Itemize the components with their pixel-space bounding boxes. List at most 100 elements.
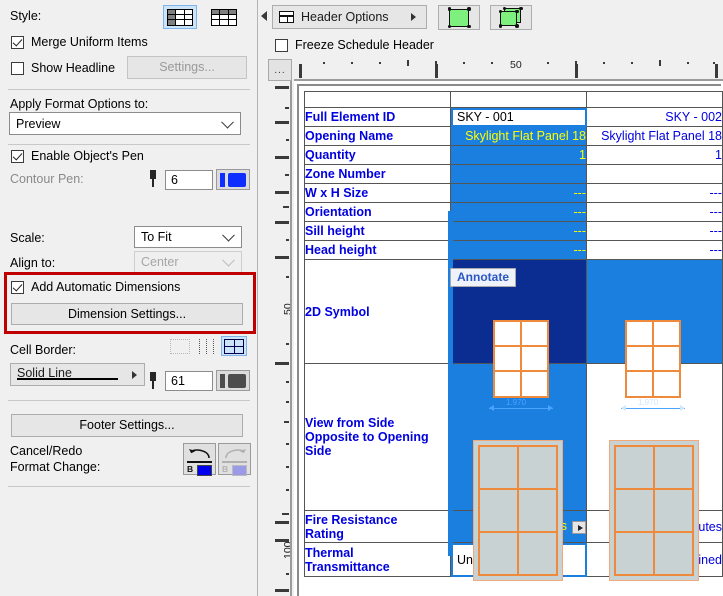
ruler-major-tick: [275, 86, 289, 89]
view-3d-button[interactable]: [490, 5, 532, 30]
window-2d-symbol-b: [625, 319, 681, 398]
apply-format-label: Apply Format Options to:: [10, 97, 149, 111]
style-option-plain-grid[interactable]: [207, 5, 241, 29]
value-cell-b[interactable]: SKY - 002: [586, 107, 723, 127]
annotate-tooltip[interactable]: Annotate: [450, 268, 516, 287]
value-cell-b[interactable]: ---: [586, 221, 723, 241]
dimension-text-a: 1.970: [506, 397, 527, 407]
headline-settings-button[interactable]: Settings...: [127, 56, 247, 79]
table-row[interactable]: Quantity 1 1: [304, 145, 723, 165]
value-cell-b[interactable]: ---: [586, 240, 723, 260]
contour-pen-color-swatch[interactable]: [216, 169, 250, 190]
value-cell-b[interactable]: ---: [586, 202, 723, 222]
apply-format-select[interactable]: Preview: [9, 112, 241, 135]
ruler-mid-tick: [282, 513, 289, 515]
cell-border-label: Cell Border:: [10, 343, 76, 357]
table-row[interactable]: Opening Name Skylight Flat Panel 18 Skyl…: [304, 126, 723, 146]
horizontal-ruler[interactable]: 50: [294, 59, 723, 81]
schedule-preview-pane: Header Options Freeze Schedule Header ..…: [258, 0, 723, 596]
field-label: Thermal Transmittance: [304, 542, 451, 577]
freeze-schedule-header-checkbox[interactable]: [275, 38, 288, 52]
ruler-major-tick: [275, 539, 289, 542]
cell-border-option-none[interactable]: [167, 336, 193, 356]
symbol-cell-b[interactable]: 1.970: [586, 259, 723, 411]
ruler-label-100: 100: [282, 541, 292, 559]
ruler-label-50: 50: [282, 303, 292, 315]
column-a-selection-bar: [448, 211, 453, 556]
redo-format-change-button[interactable]: B I: [218, 443, 251, 476]
value-cell-a[interactable]: ---: [450, 202, 587, 222]
freeze-schedule-header-row[interactable]: Freeze Schedule Header: [275, 38, 434, 52]
style-option-merged-grid[interactable]: [163, 5, 197, 29]
line-type-button[interactable]: Solid Line: [10, 363, 145, 386]
value-cell-a[interactable]: ---: [450, 221, 587, 241]
scale-value: To Fit: [141, 230, 172, 244]
schedule-canvas[interactable]: Full Element ID SKY - 001 SKY - 002 Open…: [294, 81, 723, 596]
merge-uniform-items-checkbox[interactable]: [11, 35, 24, 49]
table-row[interactable]: Head height --- ---: [304, 240, 723, 260]
collapse-panel-icon[interactable]: [261, 11, 267, 21]
solid-line-preview: [17, 378, 118, 380]
add-automatic-dimensions-row[interactable]: Add Automatic Dimensions: [11, 280, 180, 294]
cell-border-option-full[interactable]: [221, 336, 247, 356]
value-cell-a[interactable]: [450, 164, 587, 184]
cancel-redo-line2: Format Change:: [10, 460, 101, 474]
dimension-settings-button[interactable]: Dimension Settings...: [11, 303, 243, 325]
value-cell-b[interactable]: Skylight Flat Panel 18: [586, 126, 723, 146]
contour-pen-label: Contour Pen:: [10, 172, 84, 186]
value-picker-button[interactable]: [572, 520, 586, 534]
scale-select[interactable]: To Fit: [134, 226, 242, 248]
table-row[interactable]: Orientation --- ---: [304, 202, 723, 222]
freeze-schedule-header-label: Freeze Schedule Header: [295, 38, 434, 52]
value-cell-a[interactable]: Skylight Flat Panel 18: [450, 126, 587, 146]
cell-border-option-vertical[interactable]: [194, 336, 220, 356]
ruler-mid-tick: [659, 60, 661, 66]
footer-settings-button[interactable]: Footer Settings...: [11, 414, 243, 437]
align-value: Center: [141, 255, 179, 269]
cancel-redo-line1: Cancel/Redo: [10, 444, 83, 458]
chevron-down-icon: [222, 228, 235, 242]
value-cell-b[interactable]: ---: [586, 183, 723, 203]
ruler-minor-tick: [323, 62, 325, 64]
show-headline-row[interactable]: Show Headline: [11, 61, 115, 75]
merge-uniform-items-row[interactable]: Merge Uniform Items: [11, 35, 148, 49]
enable-object-pen-row[interactable]: Enable Object's Pen: [11, 149, 144, 163]
value-cell-a[interactable]: 1: [450, 145, 587, 165]
border-pen-input[interactable]: 61: [165, 371, 213, 391]
table-row[interactable]: W x H Size --- ---: [304, 183, 723, 203]
enable-object-pen-checkbox[interactable]: [11, 149, 24, 163]
header-cell-a[interactable]: [450, 91, 587, 108]
value-cell-a[interactable]: ---: [450, 183, 587, 203]
table-row[interactable]: Full Element ID SKY - 001 SKY - 002: [304, 107, 723, 127]
view-2d-button[interactable]: [438, 5, 480, 30]
contour-pen-input[interactable]: 6: [165, 170, 213, 190]
undo-format-change-button[interactable]: B I: [183, 443, 216, 476]
dimension-line-a: [489, 407, 553, 409]
table-row[interactable]: Sill height --- ---: [304, 221, 723, 241]
divider-1: [8, 89, 250, 90]
vertical-ruler[interactable]: 50 100: [268, 81, 292, 596]
show-headline-checkbox[interactable]: [11, 61, 24, 75]
2d-view-icon: [447, 7, 471, 28]
field-label: Zone Number: [304, 164, 451, 184]
value-cell-a-editing[interactable]: SKY - 001: [450, 107, 587, 127]
add-automatic-dimensions-checkbox[interactable]: [11, 280, 24, 294]
align-select[interactable]: Center: [134, 251, 242, 273]
border-pen-color-swatch[interactable]: [216, 370, 250, 391]
header-options-button[interactable]: Header Options: [272, 5, 427, 29]
field-label-line2: Opposite to Opening: [305, 430, 429, 444]
ruler-minor-tick: [286, 343, 289, 345]
ruler-mid-tick: [407, 60, 409, 66]
value-cell-b[interactable]: 1: [586, 145, 723, 165]
table-row[interactable]: Zone Number: [304, 164, 723, 184]
ruler-corner-button[interactable]: ...: [268, 59, 292, 81]
table-header-row[interactable]: [304, 91, 723, 108]
dimension-arrow-left: [489, 405, 494, 411]
header-cell-b[interactable]: [586, 91, 723, 108]
ruler-major-tick: [575, 64, 578, 78]
value-cell-b[interactable]: [586, 164, 723, 184]
ruler-minor-tick: [286, 276, 289, 278]
value-cell-a[interactable]: ---: [450, 240, 587, 260]
header-cell-label[interactable]: [304, 91, 451, 108]
preview-toolbar: Header Options Freeze Schedule Header: [258, 0, 723, 58]
